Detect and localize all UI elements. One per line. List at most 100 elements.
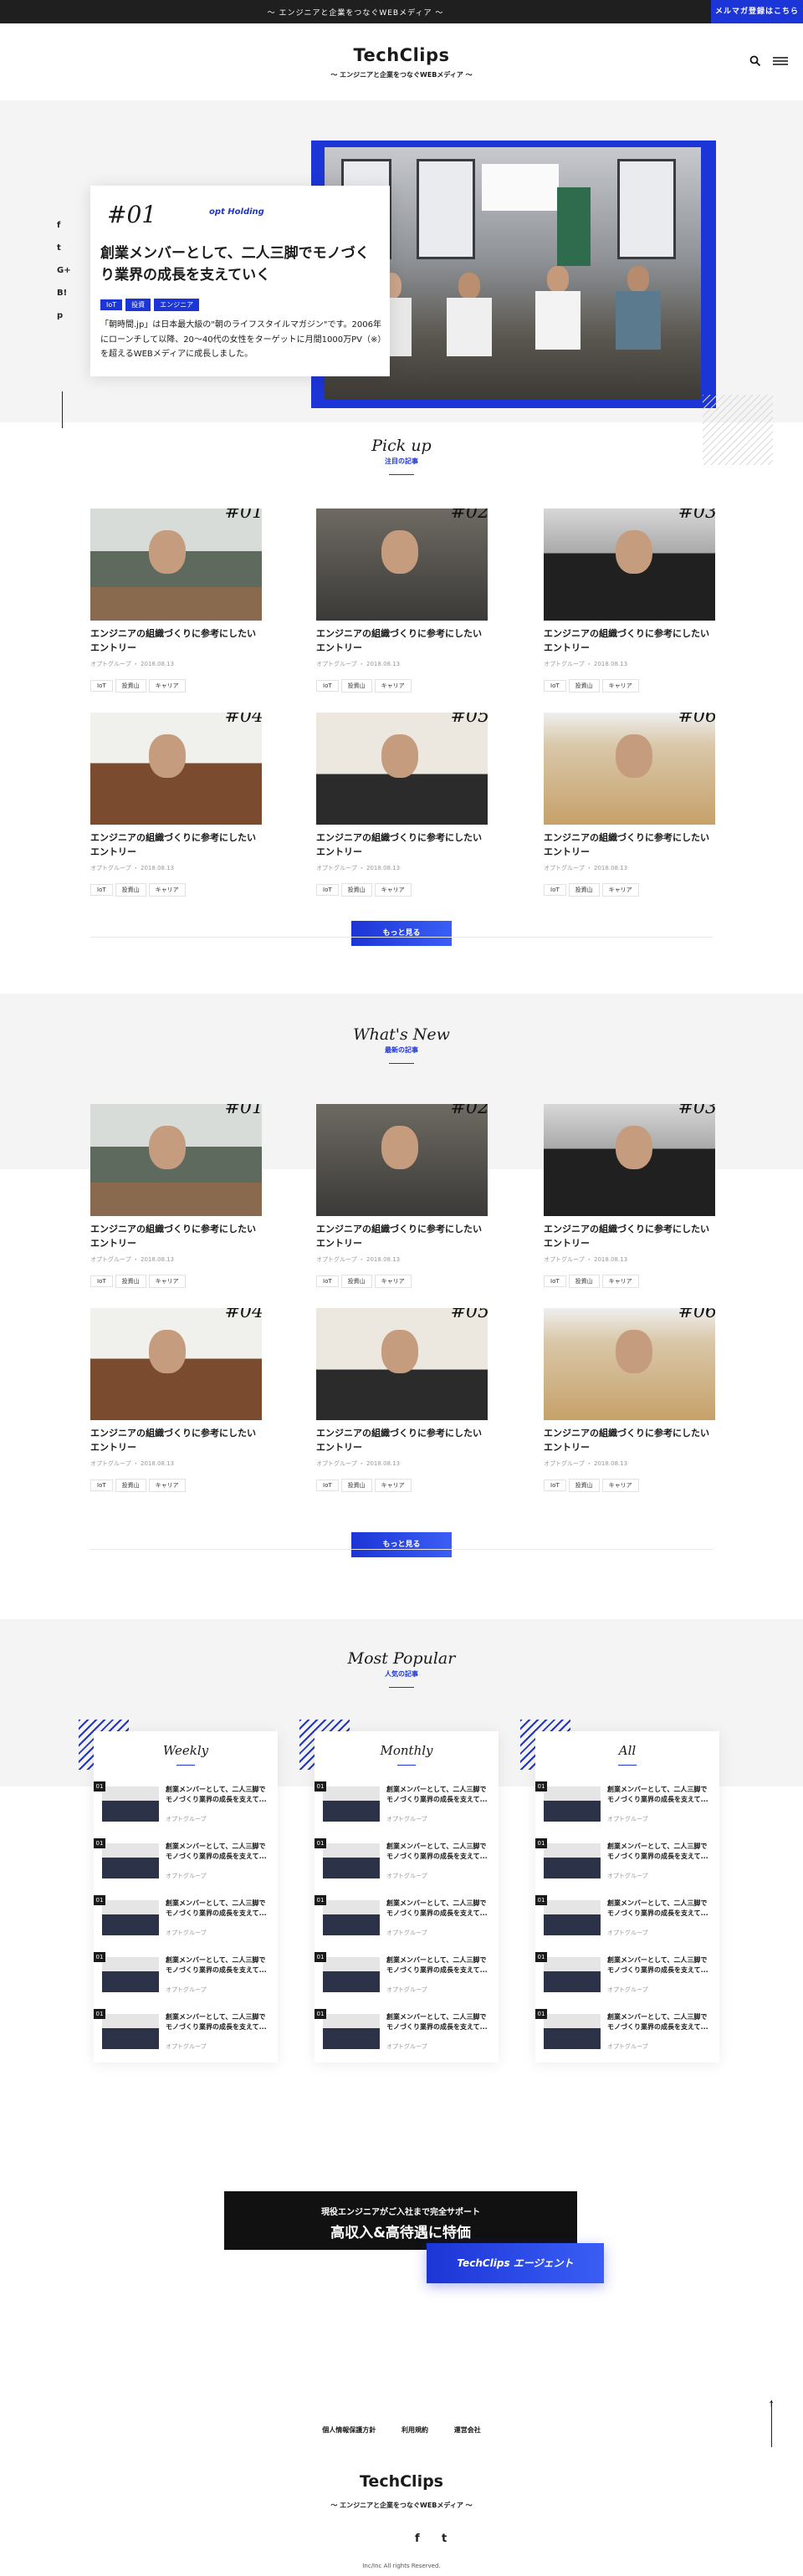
popular-thumbnail[interactable]	[102, 1786, 159, 1822]
tag-chip[interactable]: 投資山	[115, 883, 146, 897]
popular-title[interactable]: 創業メンバーとして、二人三脚でモノづくり業界の成長を支えて...	[386, 1785, 490, 1804]
article-thumbnail[interactable]: #04	[90, 713, 262, 825]
article-card[interactable]: #02 エンジニアの組織づくりに参考にしたいエントリー オプトグループ ・ 2018…	[316, 1104, 488, 1288]
popular-item[interactable]: 01 創業メンバーとして、二人三脚でモノづくり業界の成長を支えて... オプトグルー…	[315, 2009, 499, 2059]
tag-chip[interactable]: 投資山	[568, 1275, 600, 1288]
article-card[interactable]: #06 エンジニアの組織づくりに参考にしたいエントリー オプトグループ ・ 2018…	[544, 1308, 715, 1492]
tag-chip[interactable]: 投資山	[340, 1479, 372, 1492]
article-card[interactable]: #03 エンジニアの組織づくりに参考にしたいエントリー オプトグループ ・ 2018…	[544, 1104, 715, 1288]
article-thumbnail[interactable]: #03	[544, 509, 715, 621]
popular-thumbnail[interactable]	[323, 1957, 380, 1992]
article-thumbnail[interactable]: #01	[90, 1104, 262, 1216]
popular-thumbnail[interactable]	[323, 1900, 380, 1935]
agent-button[interactable]: TechClips エージェント	[427, 2243, 604, 2283]
search-icon[interactable]	[749, 55, 761, 70]
article-card[interactable]: #02 エンジニアの組織づくりに参考にしたいエントリー オプトグループ ・ 2018…	[316, 509, 488, 693]
popular-title[interactable]: 創業メンバーとして、二人三脚でモノづくり業界の成長を支えて...	[386, 1955, 490, 1975]
popular-thumbnail[interactable]	[544, 1900, 601, 1935]
site-logo[interactable]: TechClips	[0, 45, 803, 65]
popular-item[interactable]: 01 創業メンバーとして、二人三脚でモノづくり業界の成長を支えて... オプトグルー…	[94, 1781, 278, 1832]
article-card[interactable]: #06 エンジニアの組織づくりに参考にしたいエントリー オプトグループ ・ 2018…	[544, 713, 715, 897]
tag-chip[interactable]: キャリア	[601, 1479, 639, 1492]
footer-link-privacy[interactable]: 個人情報保護方針	[322, 2426, 376, 2434]
popular-title[interactable]: 創業メンバーとして、二人三脚でモノづくり業界の成長を支えて...	[166, 1955, 269, 1975]
article-title[interactable]: エンジニアの組織づくりに参考にしたいエントリー	[544, 1223, 715, 1250]
tag-chip[interactable]: 投資	[125, 299, 151, 311]
tag-chip[interactable]: キャリア	[148, 679, 186, 693]
tag-chip[interactable]: 投資山	[568, 679, 600, 693]
whatsnew-more-button[interactable]: もっと見る	[351, 1532, 452, 1557]
article-thumbnail[interactable]: #01	[90, 509, 262, 621]
tag-chip[interactable]: IoT	[100, 299, 123, 310]
tag-chip[interactable]: キャリア	[148, 883, 186, 897]
article-thumbnail[interactable]: #05	[316, 1308, 488, 1420]
article-thumbnail[interactable]: #05	[316, 713, 488, 825]
article-title[interactable]: エンジニアの組織づくりに参考にしたいエントリー	[316, 1427, 488, 1454]
article-thumbnail[interactable]: #04	[90, 1308, 262, 1420]
tag-chip[interactable]: 投資山	[115, 679, 146, 693]
article-title[interactable]: エンジニアの組織づくりに参考にしたいエントリー	[544, 831, 715, 859]
tag-chip[interactable]: IoT	[544, 680, 566, 692]
tag-chip[interactable]: キャリア	[374, 1479, 412, 1492]
footer-logo[interactable]: TechClips	[0, 2472, 803, 2491]
article-title[interactable]: エンジニアの組織づくりに参考にしたいエントリー	[316, 831, 488, 859]
tag-chip[interactable]: キャリア	[601, 1275, 639, 1288]
footer-facebook-icon[interactable]: f	[415, 2533, 420, 2545]
popular-title[interactable]: 創業メンバーとして、二人三脚でモノづくり業界の成長を支えて...	[386, 1842, 490, 1861]
tag-chip[interactable]: IoT	[316, 884, 339, 896]
article-title[interactable]: エンジニアの組織づくりに参考にしたいエントリー	[90, 1427, 262, 1454]
popular-item[interactable]: 01 創業メンバーとして、二人三脚でモノづくり業界の成長を支えて... オプトグルー…	[535, 2009, 719, 2059]
google-plus-icon[interactable]: G+	[57, 266, 71, 275]
newsletter-button[interactable]: メルマガ登録はこちら	[711, 0, 803, 23]
popular-column-title[interactable]: Monthly	[315, 1743, 499, 1758]
popular-item[interactable]: 01 創業メンバーとして、二人三脚でモノづくり業界の成長を支えて... オプトグルー…	[94, 1838, 278, 1889]
article-card[interactable]: #04 エンジニアの組織づくりに参考にしたいエントリー オプトグループ ・ 2018…	[90, 713, 262, 897]
tag-chip[interactable]: 投資山	[340, 1275, 372, 1288]
tag-chip[interactable]: IoT	[544, 1275, 566, 1287]
popular-thumbnail[interactable]	[102, 1900, 159, 1935]
tag-chip[interactable]: キャリア	[374, 1275, 412, 1288]
agent-banner[interactable]: 現役エンジニアがご入社まで完全サポート 高収入&高待遇に特価	[224, 2191, 577, 2250]
tag-chip[interactable]: IoT	[90, 1480, 113, 1491]
popular-item[interactable]: 01 創業メンバーとして、二人三脚でモノづくり業界の成長を支えて... オプトグルー…	[315, 1952, 499, 2002]
tag-chip[interactable]: IoT	[316, 680, 339, 692]
article-title[interactable]: エンジニアの組織づくりに参考にしたいエントリー	[90, 831, 262, 859]
article-title[interactable]: エンジニアの組織づくりに参考にしたいエントリー	[316, 1223, 488, 1250]
article-title[interactable]: エンジニアの組織づくりに参考にしたいエントリー	[90, 627, 262, 655]
twitter-icon[interactable]: t	[57, 243, 61, 253]
article-card[interactable]: #05 エンジニアの組織づくりに参考にしたいエントリー オプトグループ ・ 2018…	[316, 1308, 488, 1492]
popular-item[interactable]: 01 創業メンバーとして、二人三脚でモノづくり業界の成長を支えて... オプトグルー…	[535, 1952, 719, 2002]
tag-chip[interactable]: IoT	[90, 884, 113, 896]
popular-item[interactable]: 01 創業メンバーとして、二人三脚でモノづくり業界の成長を支えて... オプトグルー…	[535, 1895, 719, 1945]
article-card[interactable]: #04 エンジニアの組織づくりに参考にしたいエントリー オプトグループ ・ 2018…	[90, 1308, 262, 1492]
popular-item[interactable]: 01 創業メンバーとして、二人三脚でモノづくり業界の成長を支えて... オプトグルー…	[535, 1781, 719, 1832]
tag-chip[interactable]: IoT	[90, 1275, 113, 1287]
tag-chip[interactable]: 投資山	[115, 1479, 146, 1492]
popular-title[interactable]: 創業メンバーとして、二人三脚でモノづくり業界の成長を支えて...	[386, 2012, 490, 2032]
tag-chip[interactable]: 投資山	[568, 883, 600, 897]
article-thumbnail[interactable]: #03	[544, 1104, 715, 1216]
tag-chip[interactable]: キャリア	[148, 1479, 186, 1492]
article-card[interactable]: #05 エンジニアの組織づくりに参考にしたいエントリー オプトグループ ・ 2018…	[316, 713, 488, 897]
popular-column-title[interactable]: Weekly	[94, 1743, 278, 1758]
tag-chip[interactable]: キャリア	[374, 883, 412, 897]
footer-link-company[interactable]: 運営会社	[454, 2426, 481, 2434]
hero-article-card[interactable]: #01 opt Holding 創業メンバーとして、二人三脚でモノづくり業界の成…	[90, 186, 390, 376]
article-title[interactable]: エンジニアの組織づくりに参考にしたいエントリー	[316, 627, 488, 655]
popular-thumbnail[interactable]	[102, 1957, 159, 1992]
pickup-more-button[interactable]: もっと見る	[351, 921, 452, 946]
popular-thumbnail[interactable]	[102, 1843, 159, 1878]
popular-thumbnail[interactable]	[102, 2014, 159, 2049]
article-title[interactable]: エンジニアの組織づくりに参考にしたいエントリー	[544, 627, 715, 655]
footer-link-terms[interactable]: 利用規約	[402, 2426, 428, 2434]
menu-icon[interactable]	[773, 55, 788, 70]
popular-item[interactable]: 01 創業メンバーとして、二人三脚でモノづくり業界の成長を支えて... オプトグルー…	[94, 1895, 278, 1945]
article-thumbnail[interactable]: #02	[316, 509, 488, 621]
article-card[interactable]: #01 エンジニアの組織づくりに参考にしたいエントリー オプトグループ ・ 2018…	[90, 509, 262, 693]
tag-chip[interactable]: IoT	[544, 884, 566, 896]
popular-title[interactable]: 創業メンバーとして、二人三脚でモノづくり業界の成長を支えて...	[607, 1955, 711, 1975]
popular-thumbnail[interactable]	[323, 2014, 380, 2049]
popular-title[interactable]: 創業メンバーとして、二人三脚でモノづくり業界の成長を支えて...	[607, 1899, 711, 1918]
popular-title[interactable]: 創業メンバーとして、二人三脚でモノづくり業界の成長を支えて...	[166, 1785, 269, 1804]
hatena-icon[interactable]: B!	[57, 289, 67, 298]
